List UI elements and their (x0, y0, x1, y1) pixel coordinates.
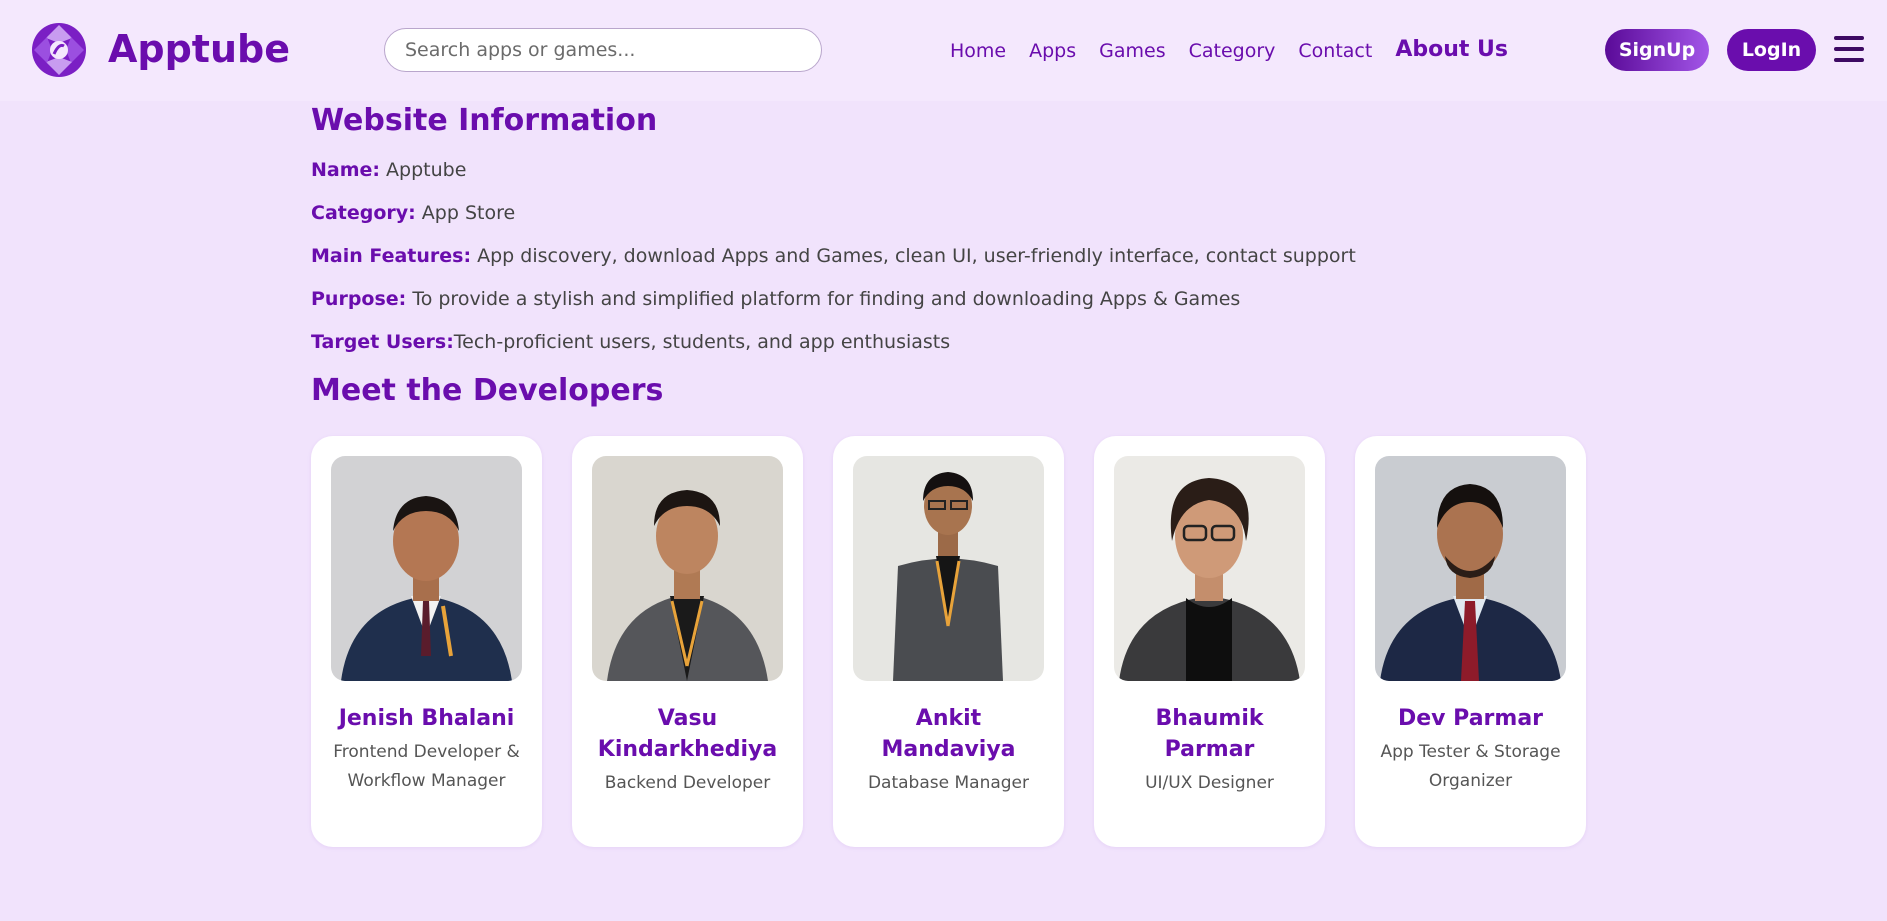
developer-role: Database Manager (867, 773, 1030, 793)
developer-card: Ankit Mandaviya Database Manager (833, 436, 1064, 847)
developer-card: Vasu Kindarkhediya Backend Developer (572, 436, 803, 847)
menu-icon[interactable] (1834, 36, 1864, 62)
apptube-logo-icon[interactable] (30, 21, 88, 79)
developer-name: Bhaumik Parmar (1155, 706, 1264, 762)
developer-photo (853, 456, 1044, 681)
main-nav: Home Apps Games Category Contact About U… (950, 37, 1531, 63)
login-button[interactable]: LogIn (1727, 29, 1816, 71)
developer-card: Jenish Bhalani Frontend Developer & Work… (311, 436, 542, 847)
developers-title: Meet the Developers (311, 373, 664, 408)
about-content: Website Information Name: Apptube Catego… (311, 103, 1611, 847)
developer-name: Dev Parmar (1397, 706, 1544, 731)
developer-role: App Tester & Storage Organizer (1380, 742, 1561, 791)
info-key: Main Features: (311, 245, 472, 267)
nav-games[interactable]: Games (1099, 40, 1165, 62)
nav-about-us[interactable]: About Us (1395, 37, 1508, 62)
developer-name: Jenish Bhalani (338, 706, 515, 731)
website-info-list: Name: Apptube Category: App Store Main F… (311, 158, 1611, 373)
info-row-category: Category: App Store (311, 201, 1611, 244)
search-input[interactable] (384, 28, 822, 72)
developer-card: Dev Parmar App Tester & Storage Organize… (1355, 436, 1586, 847)
developer-role: Frontend Developer & Workflow Manager (333, 742, 520, 791)
developer-name: Vasu Kindarkhediya (597, 706, 778, 762)
info-key: Category: (311, 202, 416, 224)
developer-cards: Jenish Bhalani Frontend Developer & Work… (311, 436, 1616, 847)
developer-role: Backend Developer (604, 773, 771, 793)
info-value: Apptube (380, 159, 467, 181)
nav-category[interactable]: Category (1189, 40, 1276, 62)
nav-contact[interactable]: Contact (1298, 40, 1372, 62)
developer-photo (1375, 456, 1566, 681)
developer-card: Bhaumik Parmar UI/UX Designer (1094, 436, 1325, 847)
info-key: Target Users: (311, 331, 454, 353)
info-row-purpose: Purpose: To provide a stylish and simpli… (311, 287, 1611, 330)
info-value: To provide a stylish and simplified plat… (406, 288, 1241, 310)
nav-apps[interactable]: Apps (1029, 40, 1076, 62)
info-key: Purpose: (311, 288, 407, 310)
developer-name: Ankit Mandaviya (881, 706, 1016, 762)
developer-photo (331, 456, 522, 681)
brand-name[interactable]: Apptube (108, 27, 290, 71)
website-info-title: Website Information (311, 103, 658, 138)
info-key: Name: (311, 159, 381, 181)
info-row-target-users: Target Users:Tech-proficient users, stud… (311, 330, 1611, 373)
header-bar: Apptube Home Apps Games Category Contact… (0, 0, 1887, 101)
signup-button[interactable]: SignUp (1605, 29, 1709, 71)
developer-role: UI/UX Designer (1145, 773, 1274, 793)
developer-photo (1114, 456, 1305, 681)
info-value: App Store (415, 202, 516, 224)
info-value: Tech-proficient users, students, and app… (453, 331, 951, 353)
info-row-name: Name: Apptube (311, 158, 1611, 201)
nav-home[interactable]: Home (950, 40, 1006, 62)
developer-photo (592, 456, 783, 681)
info-row-features: Main Features: App discovery, download A… (311, 244, 1611, 287)
info-value: App discovery, download Apps and Games, … (471, 245, 1356, 267)
